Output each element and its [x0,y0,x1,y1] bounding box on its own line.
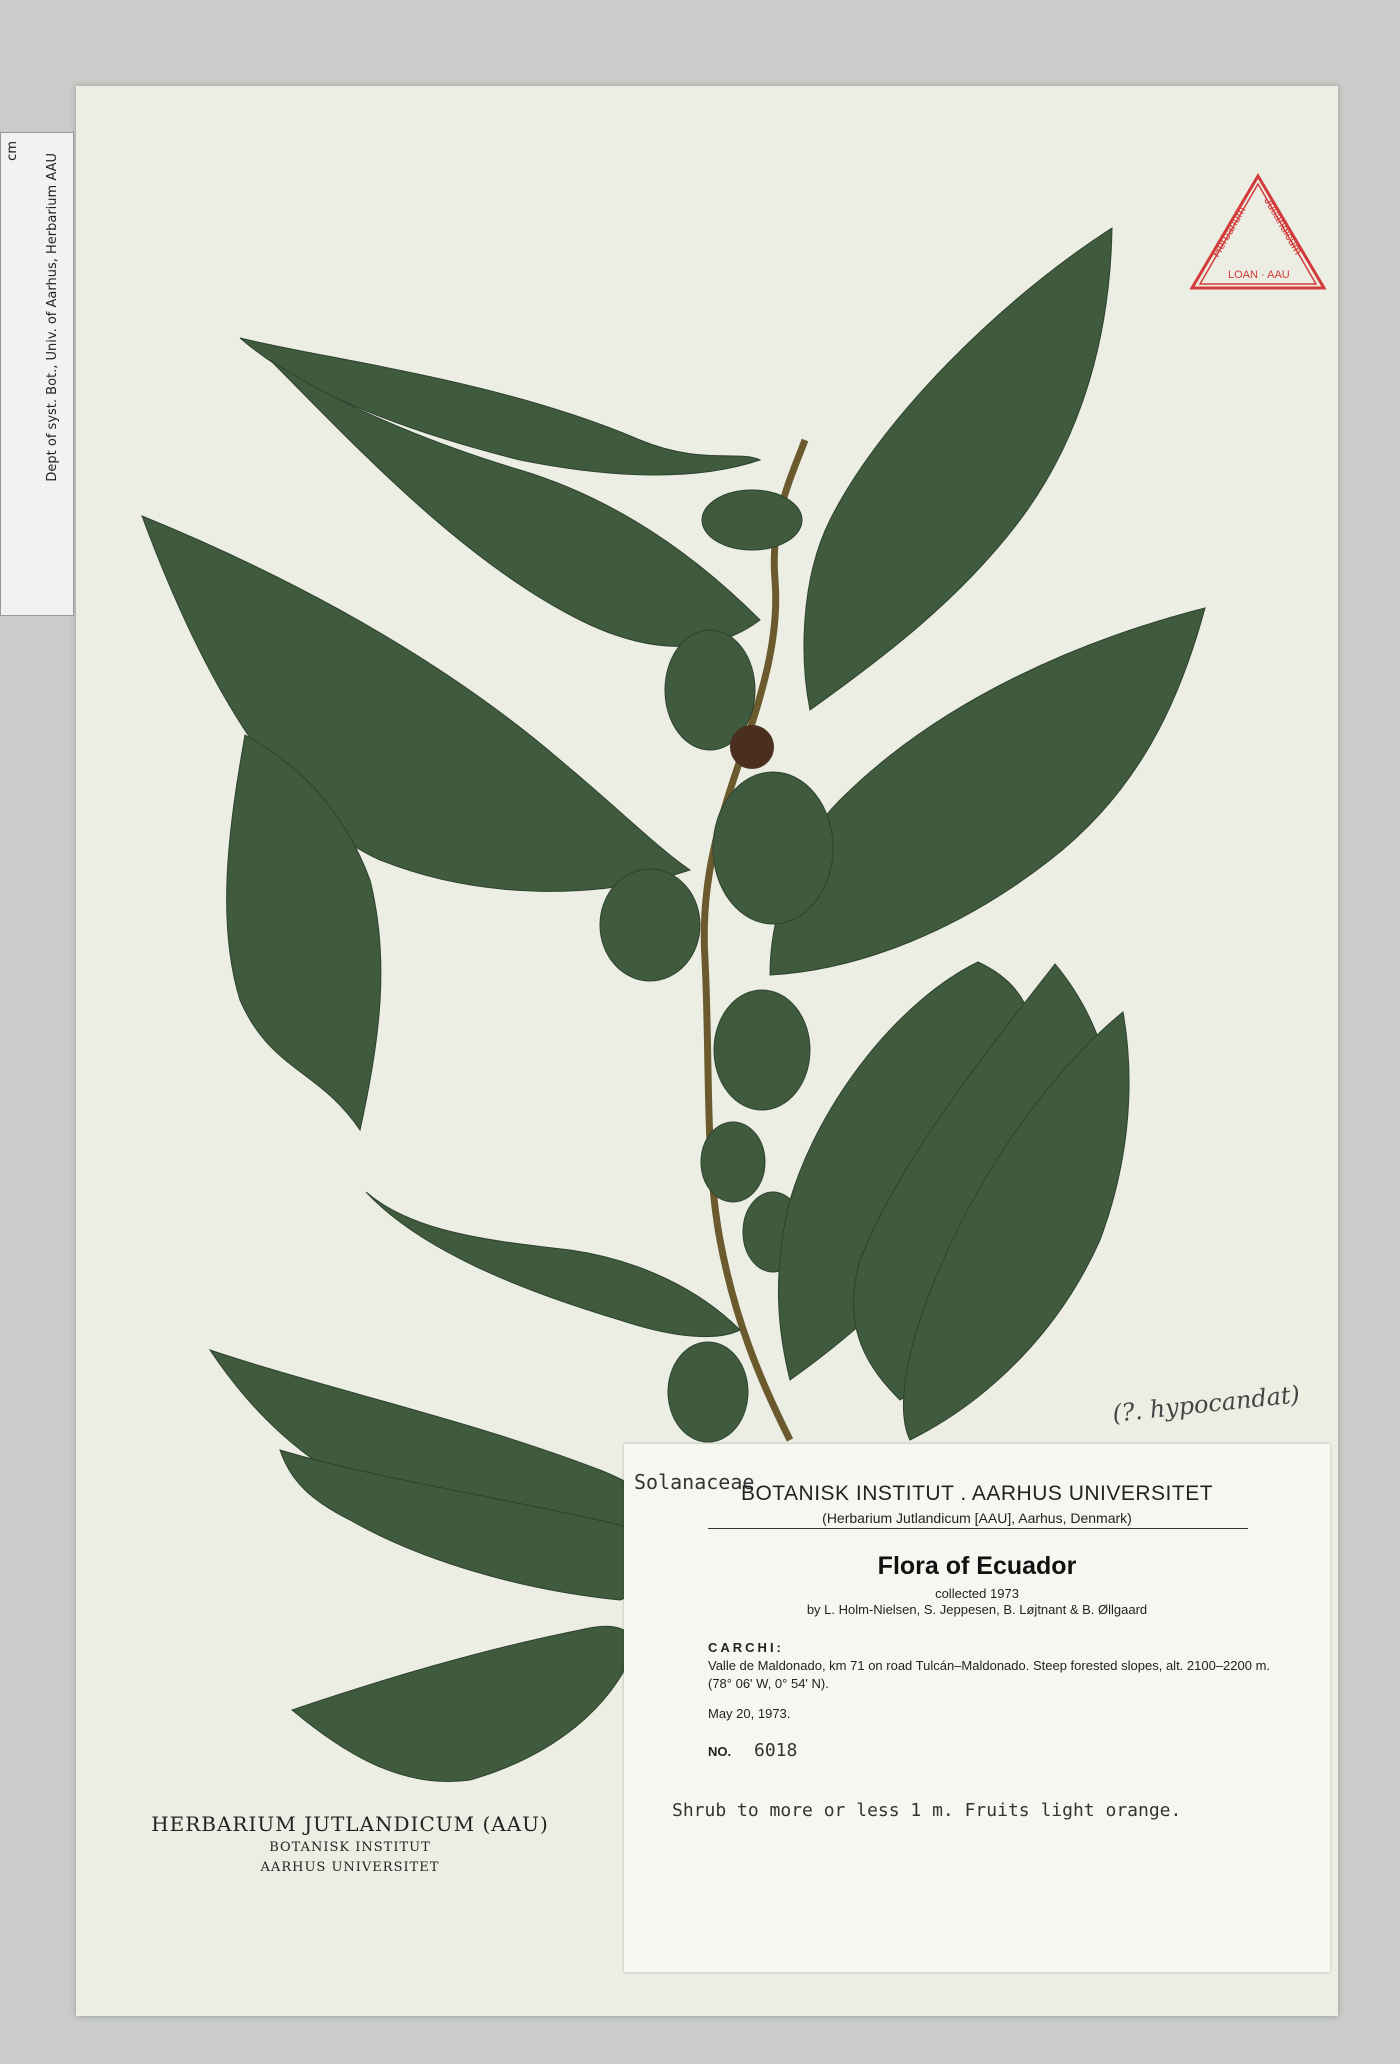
label-divider [708,1528,1248,1529]
collected-year: collected 1973 [935,1586,1019,1601]
stamp-line2: Jutlandicum [1261,195,1305,257]
herbarium-name: (Herbarium Jutlandicum [AAU], Aarhus, De… [822,1510,1132,1526]
collection-date: May 20, 1973. [708,1706,791,1721]
imprint-line2: BOTANISK INSTITUT [269,1840,431,1855]
field-note: Shrub to more or less 1 m. Fruits light … [672,1800,1182,1821]
flora-title: Flora of Ecuador [877,1552,1077,1580]
stamp-line3: LOAN · AAU [1228,269,1290,281]
leaf [700,1121,766,1203]
leaf [365,1191,741,1338]
leaf [667,1341,749,1443]
stamp-line1: Herbarium [1208,204,1248,260]
leaf [701,489,803,551]
institute-name: BOTANISK INSTITUT . AARHUS UNIVERSITET [740,1482,1214,1505]
leaf [290,1625,633,1782]
leaf [599,868,701,982]
leaf [803,227,1113,711]
fruit [730,725,774,769]
leaf [713,989,811,1111]
imprint-line3: AARHUS UNIVERSITET [260,1860,440,1875]
leaf [712,771,834,925]
number-label: NO. [708,1744,732,1759]
imprint-line1: HERBARIUM JUTLANDICUM (AAU) [151,1812,549,1836]
specimen-label: Solanaceae BOTANISK INSTITUT . AARHUS UN… [624,1444,1330,1972]
locality: Valle de Maldonado, km 71 on road Tulcán… [708,1658,1271,1691]
collectors: by L. Holm-Nielsen, S. Jeppesen, B. Løjt… [806,1602,1148,1617]
loan-stamp: Herbarium Jutlandicum LOAN · AAU [1188,172,1328,294]
province: CARCHI: [708,1640,784,1655]
specimen-number: 6018 [754,1740,798,1761]
